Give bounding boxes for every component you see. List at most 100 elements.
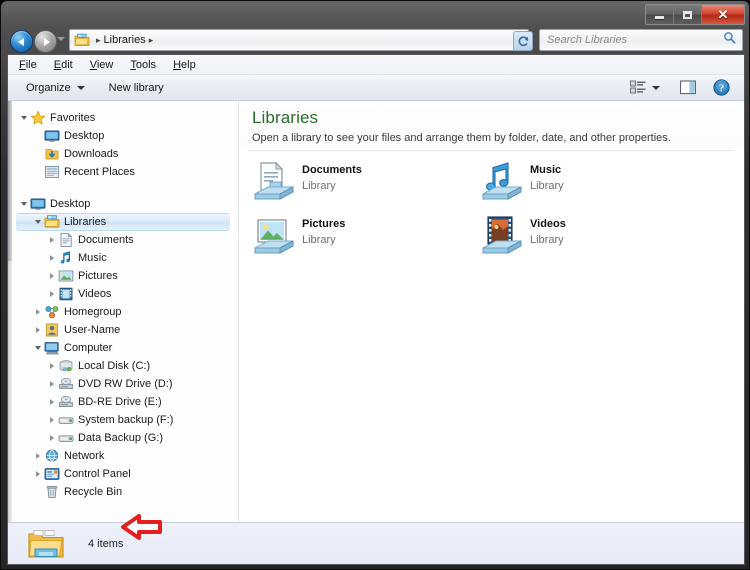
library-item-type: Library	[302, 234, 336, 246]
search-placeholder: Search Libraries	[547, 34, 628, 46]
user-icon	[44, 322, 60, 338]
library-item[interactable]: Documents Library	[252, 157, 480, 211]
view-options-button[interactable]	[630, 80, 660, 95]
library-item[interactable]: Videos Library	[480, 211, 708, 265]
tree-item-label: Local Disk (C:)	[78, 359, 151, 372]
tree-item-control-panel[interactable]: Control Panel	[8, 465, 238, 483]
tree-item-videos[interactable]: Videos	[8, 285, 238, 303]
tree-item-label: Desktop	[50, 197, 91, 210]
libraries-icon	[74, 33, 90, 47]
expander-closed-icon[interactable]	[46, 435, 58, 441]
expander-closed-icon[interactable]	[32, 327, 44, 333]
expander-closed-icon[interactable]	[46, 237, 58, 243]
tree-item-label: Documents	[78, 233, 134, 246]
optical-drive-icon	[58, 394, 74, 410]
content-header: Libraries Open a library to see your fil…	[240, 101, 744, 148]
tree-item-dvd-rw-drive-d[interactable]: DVD RW Drive (D:)	[8, 375, 238, 393]
expander-closed-icon[interactable]	[32, 309, 44, 315]
new-library-button[interactable]: New library	[109, 82, 164, 94]
forward-button[interactable]	[34, 30, 57, 53]
organize-button[interactable]: Organize	[26, 82, 85, 94]
control-panel-icon	[44, 466, 60, 482]
tree-item-downloads[interactable]: Downloads	[8, 145, 238, 163]
tree-item-desktop[interactable]: Desktop	[8, 127, 238, 145]
breadcrumb-separator-2[interactable]: ▸	[149, 35, 154, 46]
videos-library-icon	[480, 212, 524, 258]
tree-item-label: Videos	[78, 287, 112, 300]
tree-item-label: Pictures	[78, 269, 118, 282]
expander-closed-icon[interactable]	[46, 255, 58, 261]
library-item-type: Library	[530, 234, 564, 246]
search-input[interactable]: Search Libraries	[539, 29, 743, 51]
computer-icon	[44, 340, 60, 356]
tree-item-user-name[interactable]: User-Name	[8, 321, 238, 339]
window-controls: ✕	[645, 4, 745, 25]
star-icon	[30, 110, 46, 126]
breadcrumb-libraries[interactable]: Libraries	[104, 34, 146, 46]
menu-tools[interactable]: Tools	[130, 59, 156, 71]
menu-edit[interactable]: Edit	[54, 59, 73, 71]
client-area: File Edit View Tools Help Organize New l…	[7, 54, 745, 565]
expander-closed-icon[interactable]	[46, 381, 58, 387]
tree-group-spacer	[8, 181, 238, 195]
library-item[interactable]: Music Library	[480, 157, 708, 211]
maximize-icon	[683, 10, 692, 19]
pictures-icon	[58, 268, 74, 284]
expander-closed-icon[interactable]	[46, 273, 58, 279]
expander-closed-icon[interactable]	[32, 471, 44, 477]
music-library-icon	[480, 158, 524, 204]
preview-pane-button[interactable]	[680, 80, 696, 95]
tree-item-libraries[interactable]: Libraries	[16, 213, 230, 231]
forward-arrow-icon	[43, 37, 50, 46]
tree-item-label: User-Name	[64, 323, 121, 336]
tree-item-bd-re-drive-e[interactable]: BD-RE Drive (E:)	[8, 393, 238, 411]
tree-item-pictures[interactable]: Pictures	[8, 267, 238, 285]
tree-item-desktop[interactable]: Desktop	[8, 195, 238, 213]
folder-tree: Favorites Desktop Downloads Recent Places De…	[8, 109, 238, 501]
breadcrumb-separator-1[interactable]: ▸	[96, 35, 101, 46]
page-subtitle: Open a library to see your files and arr…	[252, 132, 671, 144]
tree-item-music[interactable]: Music	[8, 249, 238, 267]
tree-item-recycle-bin[interactable]: Recycle Bin	[8, 483, 238, 501]
expander-open-icon[interactable]	[32, 220, 44, 224]
library-grid: Documents Library Music Library Pictures Libr…	[252, 157, 744, 265]
expander-open-icon[interactable]	[32, 346, 44, 350]
expander-open-icon[interactable]	[18, 202, 30, 206]
tree-item-network[interactable]: Network	[8, 447, 238, 465]
close-button[interactable]: ✕	[702, 5, 744, 24]
help-icon: ?	[713, 79, 730, 96]
library-item-name: Pictures	[302, 218, 346, 230]
tree-item-label: Libraries	[64, 215, 107, 228]
menu-help[interactable]: Help	[173, 59, 196, 71]
maximize-button[interactable]	[674, 5, 702, 24]
expander-closed-icon[interactable]	[46, 417, 58, 423]
address-bar[interactable]: ▸ Libraries ▸	[69, 29, 529, 51]
tree-item-system-backup-f[interactable]: System backup (F:)	[8, 411, 238, 429]
preview-pane-icon	[680, 80, 696, 95]
minimize-button[interactable]	[646, 5, 674, 24]
tree-item-label: BD-RE Drive (E:)	[78, 395, 162, 408]
library-item-name: Videos	[530, 218, 566, 230]
tree-item-local-disk-c[interactable]: Local Disk (C:)	[8, 357, 238, 375]
library-item-text: Videos Library	[530, 218, 566, 246]
expander-open-icon[interactable]	[18, 116, 30, 120]
expander-closed-icon[interactable]	[46, 399, 58, 405]
expander-closed-icon[interactable]	[46, 291, 58, 297]
menu-view[interactable]: View	[90, 59, 114, 71]
refresh-button[interactable]	[513, 31, 533, 51]
back-button[interactable]	[10, 30, 33, 53]
tree-item-homegroup[interactable]: Homegroup	[8, 303, 238, 321]
library-item[interactable]: Pictures Library	[252, 211, 480, 265]
tree-item-recent-places[interactable]: Recent Places	[8, 163, 238, 181]
tree-item-computer[interactable]: Computer	[8, 339, 238, 357]
expander-closed-icon[interactable]	[32, 453, 44, 459]
help-button[interactable]: ?	[713, 79, 730, 96]
expander-closed-icon[interactable]	[46, 363, 58, 369]
status-bar: 4 items	[8, 522, 744, 564]
menu-file[interactable]: File	[19, 59, 37, 71]
local-disk-icon	[58, 358, 74, 374]
tree-item-documents[interactable]: Documents	[8, 231, 238, 249]
recent-pages-button[interactable]	[57, 37, 65, 41]
tree-item-favorites[interactable]: Favorites	[8, 109, 238, 127]
tree-item-data-backup-g[interactable]: Data Backup (G:)	[8, 429, 238, 447]
